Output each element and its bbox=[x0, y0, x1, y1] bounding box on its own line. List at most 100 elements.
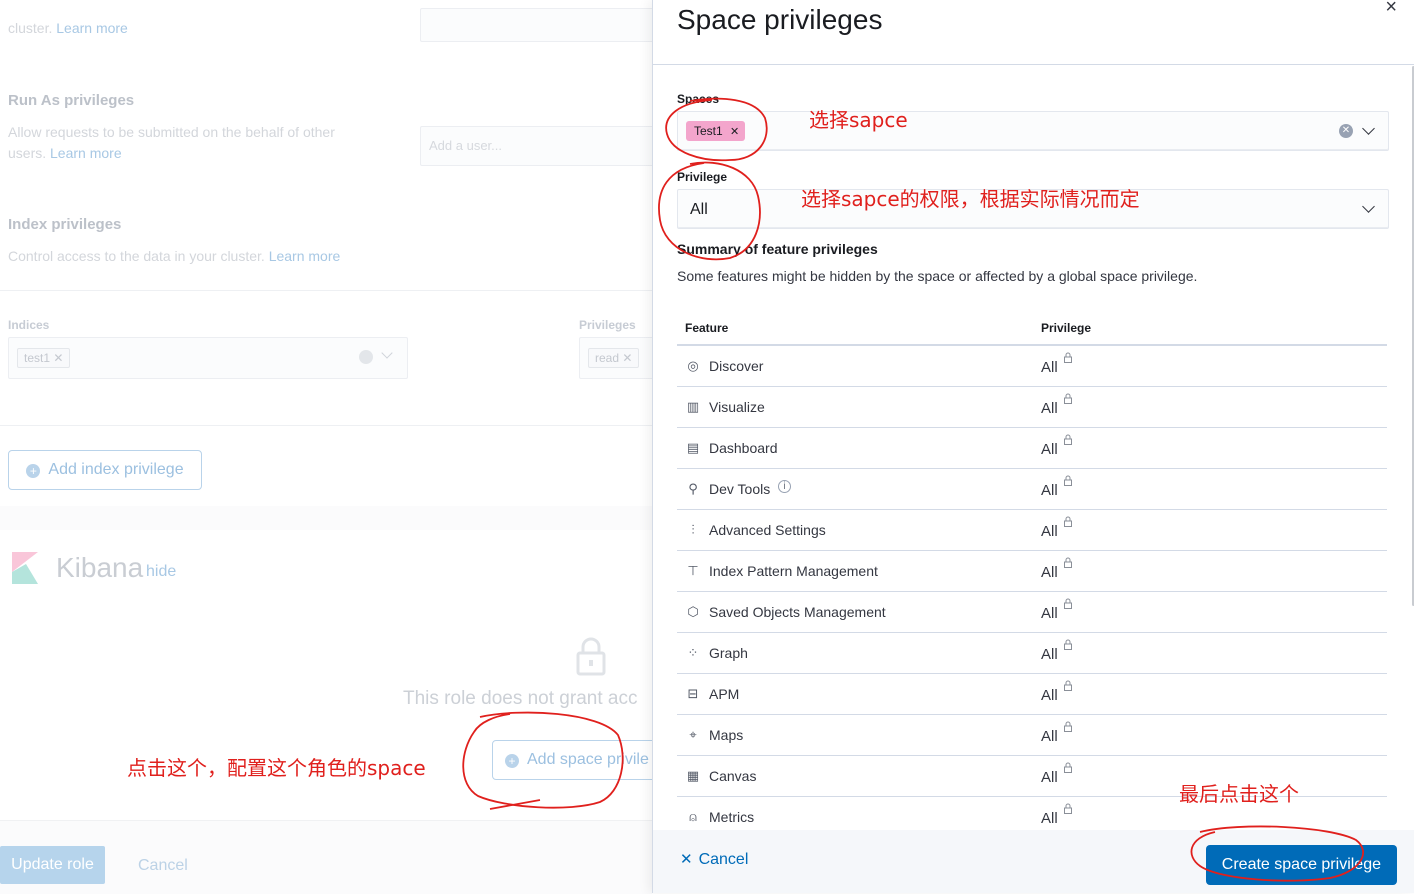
feature-privilege: All bbox=[1041, 687, 1058, 704]
privileges-combo[interactable]: read ✕ bbox=[579, 337, 654, 379]
privilege-label: Privilege bbox=[677, 170, 728, 184]
role-footer: Update role Cancel bbox=[0, 820, 652, 894]
run-as-desc-line2: users. bbox=[8, 145, 47, 161]
clear-icon[interactable]: ✕ bbox=[1339, 124, 1353, 138]
cross-icon: ✕ bbox=[680, 851, 693, 868]
section-gap bbox=[0, 506, 652, 530]
annotation-finally-click: 最后点击这个 bbox=[1179, 782, 1299, 806]
feature-privilege: All bbox=[1041, 523, 1058, 540]
indices-chip-label: test1 bbox=[24, 351, 51, 365]
plus-circle-icon: + bbox=[505, 754, 519, 768]
feature-name: Saved Objects Management bbox=[709, 604, 886, 620]
add-index-privilege-button[interactable]: + Add index privilege bbox=[8, 450, 202, 490]
add-space-privilege-label: Add space privile bbox=[527, 751, 649, 768]
feature-privilege: All bbox=[1041, 400, 1058, 417]
table-row: ⁘ Graph All bbox=[677, 633, 1387, 674]
kibana-section-title: Kibana bbox=[56, 552, 144, 583]
index-pattern-icon: ⊤ bbox=[687, 563, 699, 578]
feature-privilege: All bbox=[1041, 564, 1058, 581]
feature-name: APM bbox=[709, 686, 740, 702]
divider bbox=[0, 290, 652, 291]
add-space-privilege-button[interactable]: + Add space privile bbox=[492, 740, 664, 780]
cluster-privileges-field[interactable] bbox=[420, 8, 654, 42]
table-row: ▤ Dashboard All bbox=[677, 428, 1387, 469]
lock-icon bbox=[1064, 516, 1072, 529]
discover-icon: ◎ bbox=[687, 358, 699, 373]
feature-privilege: All bbox=[1041, 482, 1058, 499]
lock-icon bbox=[1064, 680, 1072, 693]
summary-desc: Some features might be hidden by the spa… bbox=[677, 268, 1198, 284]
feature-name: Index Pattern Management bbox=[709, 563, 878, 579]
feature-name: Graph bbox=[709, 645, 748, 661]
role-cancel-button[interactable]: Cancel bbox=[138, 857, 188, 875]
run-as-desc-line1: Allow requests to be submitted on the be… bbox=[8, 124, 335, 140]
feature-privilege: All bbox=[1041, 646, 1058, 663]
feature-name: Dev Tools bbox=[709, 481, 771, 497]
table-row: ▥ Visualize All bbox=[677, 387, 1387, 428]
chip-remove-icon[interactable]: ✕ bbox=[730, 126, 739, 138]
indices-combo[interactable]: test1 ✕ bbox=[8, 337, 408, 379]
flyout-title: Space privileges bbox=[677, 4, 883, 35]
dashboard-icon: ▤ bbox=[686, 440, 700, 455]
feature-privilege: All bbox=[1041, 441, 1058, 458]
table-row: ⊟ APM All bbox=[677, 674, 1387, 715]
chevron-down-icon[interactable] bbox=[1362, 200, 1375, 213]
table-row: ⌖ Maps All bbox=[677, 715, 1387, 756]
feature-name: Dashboard bbox=[709, 440, 778, 456]
feature-name: Visualize bbox=[709, 399, 765, 415]
lock-icon bbox=[1064, 598, 1072, 611]
flyout-footer: ✕ Cancel Create space privilege bbox=[653, 830, 1414, 893]
plus-circle-icon: + bbox=[26, 464, 41, 478]
feature-name: Discover bbox=[709, 358, 764, 374]
lock-icon bbox=[1064, 639, 1072, 652]
feature-privilege: All bbox=[1041, 359, 1058, 376]
indices-chevron-down-icon[interactable] bbox=[381, 347, 393, 359]
kibana-hide-link[interactable]: hide bbox=[146, 563, 176, 581]
divider bbox=[653, 64, 1414, 65]
privilege-column-header[interactable]: Privilege bbox=[1041, 321, 1091, 335]
index-desc-text: Control access to the data in your clust… bbox=[8, 248, 265, 264]
feature-privilege: All bbox=[1041, 605, 1058, 622]
dev-tools-icon: ⚲ bbox=[688, 481, 698, 496]
saved-objects-icon: ⬡ bbox=[687, 604, 699, 619]
space-privileges-flyout: Space privileges × Spaces Test1 ✕ ✕ Priv… bbox=[652, 0, 1414, 893]
index-learn-more-link[interactable]: Learn more bbox=[269, 248, 341, 264]
flyout-cancel-label: Cancel bbox=[698, 851, 749, 868]
create-space-privilege-button[interactable]: Create space privilege bbox=[1205, 845, 1397, 885]
close-icon[interactable]: × bbox=[1385, 0, 1397, 19]
no-space-access-text: This role does not grant acc bbox=[403, 688, 638, 709]
table-row: ⊤ Index Pattern Management All bbox=[677, 551, 1387, 592]
feature-privilege: All bbox=[1041, 769, 1058, 786]
indices-chip[interactable]: test1 ✕ bbox=[17, 348, 71, 368]
space-chip[interactable]: Test1 ✕ bbox=[686, 121, 746, 141]
cluster-desc-tail: cluster. Learn more bbox=[8, 18, 128, 39]
graph-icon: ⁘ bbox=[687, 645, 699, 660]
run-as-desc: Allow requests to be submitted on the be… bbox=[8, 122, 388, 164]
update-role-button[interactable]: Update role bbox=[0, 846, 105, 884]
privileges-chip[interactable]: read ✕ bbox=[588, 348, 640, 368]
table-row: ⚲ Dev Tools i All bbox=[677, 469, 1387, 510]
cluster-desc-text: cluster. bbox=[8, 20, 53, 36]
lock-icon bbox=[1064, 803, 1072, 816]
info-icon[interactable]: i bbox=[778, 480, 791, 493]
run-as-learn-more-link[interactable]: Learn more bbox=[50, 145, 122, 161]
metrics-icon: ⍝ bbox=[689, 809, 697, 824]
run-as-user-input[interactable]: Add a user... bbox=[420, 126, 654, 166]
chevron-down-icon[interactable] bbox=[1362, 122, 1375, 135]
spaces-combo[interactable]: Test1 ✕ ✕ bbox=[677, 111, 1389, 151]
index-privileges-title: Index privileges bbox=[8, 216, 122, 233]
lock-icon bbox=[1064, 557, 1072, 570]
add-index-privilege-label: Add index privilege bbox=[48, 461, 184, 478]
feature-column-header[interactable]: Feature bbox=[685, 321, 728, 335]
table-row: ⫶ Advanced Settings All bbox=[677, 510, 1387, 551]
table-row: ⬡ Saved Objects Management All bbox=[677, 592, 1387, 633]
lock-icon bbox=[1064, 352, 1072, 365]
indices-clear-icon[interactable] bbox=[359, 350, 373, 364]
lock-icon bbox=[1064, 762, 1072, 775]
lock-icon bbox=[576, 636, 606, 676]
flyout-cancel-button[interactable]: ✕ Cancel bbox=[680, 850, 748, 869]
canvas-icon: ▦ bbox=[686, 768, 700, 783]
spaces-label: Spaces bbox=[677, 92, 720, 106]
cluster-learn-more-link[interactable]: Learn more bbox=[56, 20, 128, 36]
feature-name: Metrics bbox=[709, 809, 755, 825]
